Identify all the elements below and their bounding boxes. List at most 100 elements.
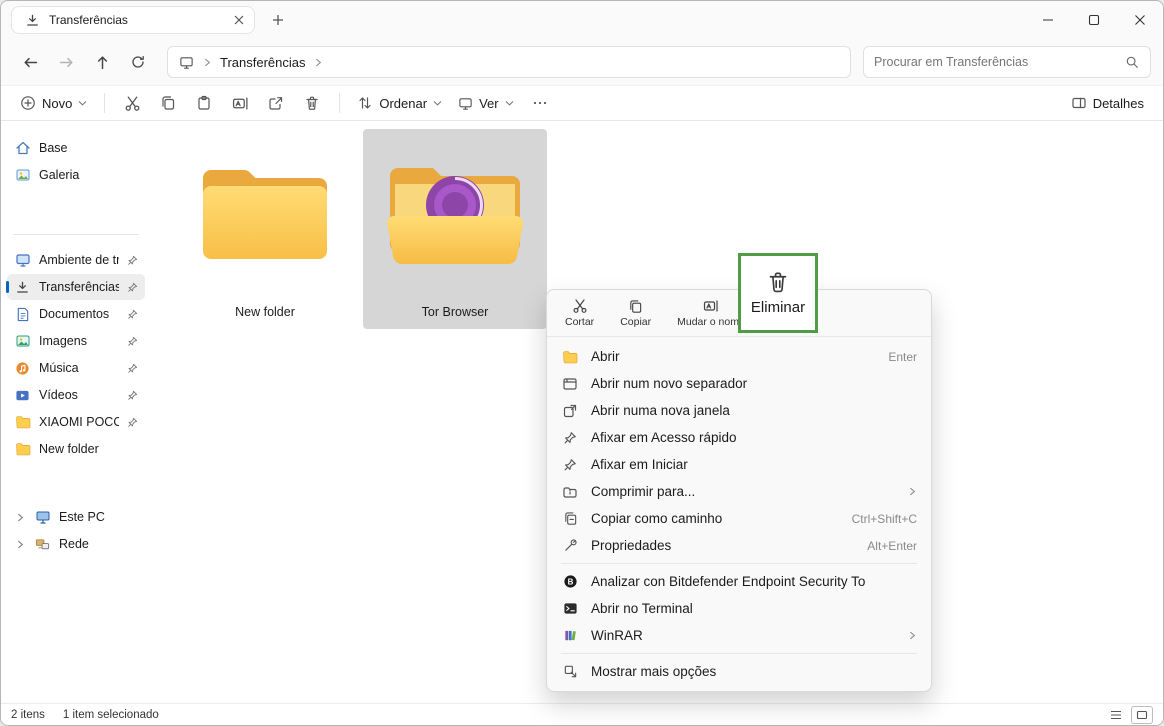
sidebar-separator [13,234,139,235]
details-pane-button[interactable]: Detalhes [1064,88,1151,118]
items-count: 2 itens [11,709,45,721]
sidebar-item-new-folder[interactable]: New folder [7,436,145,462]
bitdefender-icon: B [561,574,579,589]
new-tab-button[interactable] [263,6,293,34]
search-box[interactable] [863,46,1151,78]
menu-item-abrir-no-terminal[interactable]: Abrir no Terminal [551,595,927,622]
rename-button[interactable] [223,88,257,118]
delete-icon [304,95,320,111]
quick-action-copiar[interactable]: Copiar [620,299,651,328]
forward-button[interactable] [49,46,83,78]
sidebar-item-musica[interactable]: Música [7,355,145,381]
back-button[interactable] [13,46,47,78]
address-bar[interactable]: Transferências [167,46,851,78]
tab-close-icon[interactable] [230,11,248,29]
sidebar-item-label: Galeria [39,168,138,182]
menu-item-label: Abrir [591,349,876,364]
menu-item-copiar-como-caminho[interactable]: Copiar como caminho Ctrl+Shift+C [551,505,927,532]
menu-item-afixar-em-acesso-rapido[interactable]: Afixar em Acesso rápido [551,424,927,451]
menu-item-label: Afixar em Iniciar [591,457,905,472]
pc-icon [34,509,51,525]
large-icons-view-toggle-icon[interactable] [1131,706,1153,724]
file-tor-browser[interactable]: Tor Browser [363,129,547,329]
sidebar-item-este-pc[interactable]: Este PC [7,504,145,530]
new-button[interactable]: Novo [13,88,94,118]
navigation-bar: Transferências [1,39,1163,85]
up-button[interactable] [85,46,119,78]
sidebar-item-xiaomi-poco[interactable]: XIAOMI POCO F [7,409,145,435]
quick-action-label: Cortar [565,316,594,328]
sidebar-item-documentos[interactable]: Documentos [7,301,145,327]
sidebar-item-base[interactable]: Base [7,135,145,161]
paste-icon [196,95,212,111]
view-button[interactable]: Ver [451,88,521,118]
sidebar-item-galeria[interactable]: Galeria [7,162,145,188]
chevron-right-icon[interactable] [14,513,26,522]
menu-item-abrir[interactable]: Abrir Enter [551,343,927,370]
view-button-label: Ver [479,96,499,111]
sidebar-item-label: Transferências [39,280,119,294]
more-options-button[interactable] [523,88,557,118]
copy-button[interactable] [151,88,185,118]
tab-title: Transferências [49,13,222,27]
file-new-folder[interactable]: New folder [173,129,357,329]
menu-item-bitdefender-scan[interactable]: B Analizar con Bitdefender Endpoint Secu… [551,568,927,595]
chevron-right-icon[interactable] [14,540,26,549]
downloads-icon [14,280,31,295]
minimize-button[interactable] [1025,1,1071,39]
sort-button-label: Ordenar [379,96,427,111]
delete-icon [766,270,790,294]
menu-item-abrir-numa-nova-janela[interactable]: Abrir numa nova janela [551,397,927,424]
toolbar-divider [104,93,105,113]
close-button[interactable] [1117,1,1163,39]
menu-item-propriedades[interactable]: Propriedades Alt+Enter [551,532,927,559]
delete-button[interactable] [295,88,329,118]
menu-item-label: WinRAR [591,628,896,643]
folder-icon [14,441,31,457]
search-icon[interactable] [1123,55,1140,69]
search-input[interactable] [874,55,1123,69]
quick-action-label: Eliminar [751,299,805,316]
tab-transferencias[interactable]: Transferências [11,6,255,34]
maximize-button[interactable] [1071,1,1117,39]
sidebar-item-label: Documentos [39,307,119,321]
new-button-label: Novo [42,96,72,111]
menu-item-winrar[interactable]: WinRAR [551,622,927,649]
show-more-options-icon [561,664,579,679]
menu-item-shortcut: Enter [888,350,917,364]
folder-icon [195,129,335,299]
menu-item-abrir-num-novo-separador[interactable]: Abrir num novo separador [551,370,927,397]
menu-item-afixar-em-iniciar[interactable]: Afixar em Iniciar [551,451,927,478]
chevron-down-icon [78,99,87,108]
sidebar-item-videos[interactable]: Vídeos [7,382,145,408]
chevron-down-icon [433,99,442,108]
pin-icon [127,255,138,266]
refresh-button[interactable] [121,46,155,78]
cut-button[interactable] [115,88,149,118]
svg-text:B: B [567,577,573,586]
share-button[interactable] [259,88,293,118]
details-view-toggle-icon[interactable] [1105,706,1127,724]
paste-button[interactable] [187,88,221,118]
pin-icon [127,336,138,347]
menu-item-comprimir-para[interactable]: Comprimir para... [551,478,927,505]
quick-action-cortar[interactable]: Cortar [565,298,594,328]
sidebar-item-imagens[interactable]: Imagens [7,328,145,354]
sort-button[interactable]: Ordenar [350,88,449,118]
folder-open-icon [561,349,579,365]
sidebar-item-label: Música [39,361,119,375]
pin-icon [127,282,138,293]
quick-action-eliminar[interactable]: Eliminar [738,253,818,333]
cut-icon [124,95,141,112]
details-pane-label: Detalhes [1093,96,1144,111]
file-name: Tor Browser [422,305,489,319]
menu-item-mostrar-mais-opcoes[interactable]: Mostrar mais opções [551,658,927,685]
chevron-right-icon [908,631,917,640]
sidebar-item-label: Vídeos [39,388,119,402]
sidebar-gap [1,463,151,503]
breadcrumb-transferencias[interactable]: Transferências [220,55,306,70]
sidebar-item-rede[interactable]: Rede [7,531,145,557]
quick-action-mudar-o-nome[interactable]: Mudar o nome [677,298,745,328]
sidebar-item-ambiente-de-trabalho[interactable]: Ambiente de tra [7,247,145,273]
sidebar-item-transferencias[interactable]: Transferências [7,274,145,300]
